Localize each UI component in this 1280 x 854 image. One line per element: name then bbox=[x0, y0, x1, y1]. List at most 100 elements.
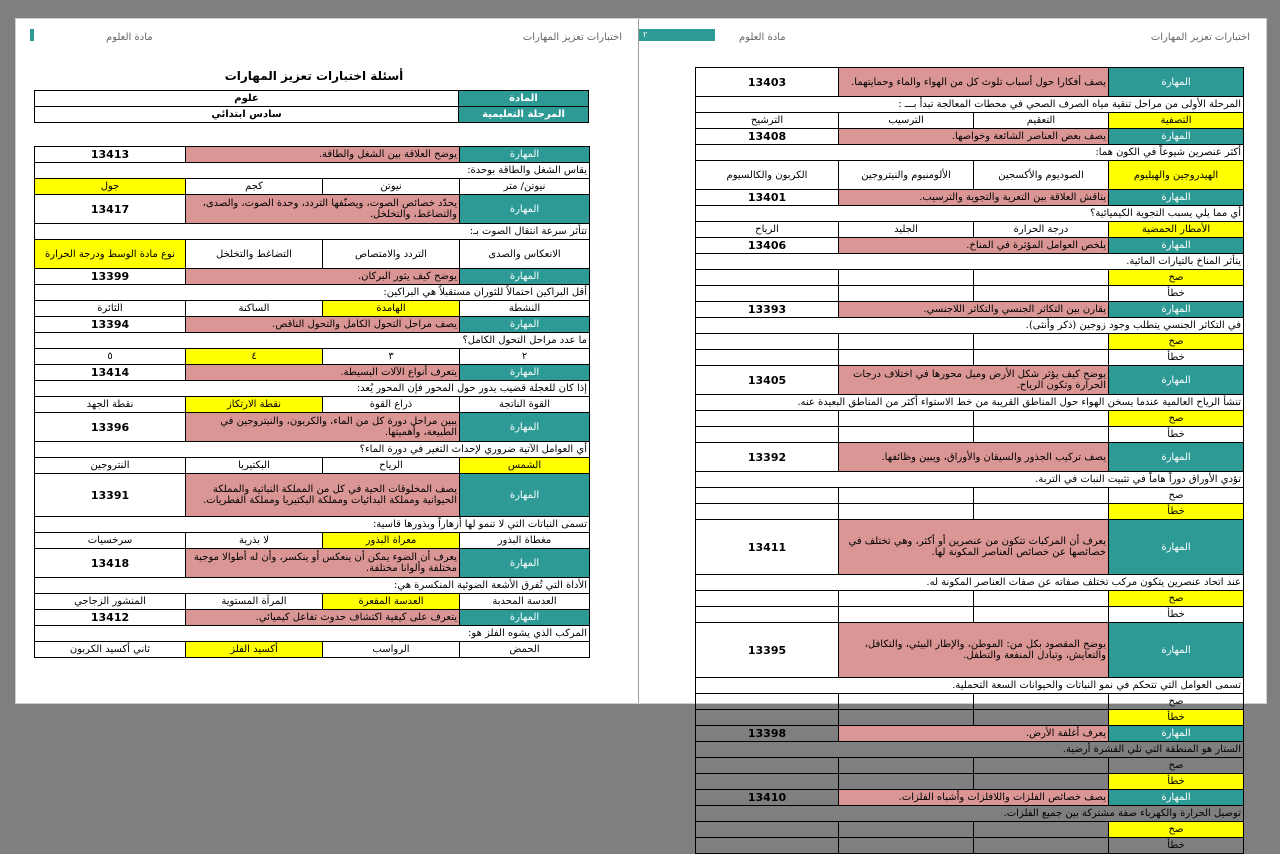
answer-option: كجم bbox=[185, 178, 323, 195]
skill-description: يصف بعض العناصر الشائعة وخواصها. bbox=[838, 128, 1109, 145]
skill-code: 13405 bbox=[695, 365, 839, 395]
options-row: الانعكاس والصدى التردد والامتصاص التضاغط و… bbox=[34, 239, 590, 269]
skill-row: المهارة يناقش العلاقة بين التعرية والتجوي… bbox=[695, 189, 1244, 206]
skill-description: يوضح العلاقة بين الشغل والطاقة. bbox=[185, 146, 460, 163]
skill-code: 13414 bbox=[34, 364, 186, 381]
answer-option: صح bbox=[1108, 590, 1244, 607]
answer-blank bbox=[695, 709, 839, 726]
question-row: أقل البراكين احتمالاً للثوران مستقبلاً ه… bbox=[34, 284, 590, 301]
answer-option: الهيدروجين والهيليوم bbox=[1108, 160, 1244, 190]
skill-description: يوضح المقصود بكل من: الموطن، والإطار الب… bbox=[838, 622, 1109, 678]
answer-option: معراة البذور bbox=[322, 532, 460, 549]
answer-option: صح bbox=[1108, 693, 1244, 710]
question-row: تتأثر سرعة انتقال الصوت بـ: bbox=[34, 223, 590, 240]
question-row: أي مما يلي يسبب التجوية الكيميائية؟ bbox=[695, 205, 1244, 222]
answer-blank bbox=[695, 590, 839, 607]
skill-row: المهارة يصف أفكارا حول أسباب تلوث كل من ا… bbox=[695, 67, 1244, 97]
answer-option: خطأ bbox=[1108, 426, 1244, 443]
answer-option: الصوديوم والأكسجين bbox=[973, 160, 1109, 190]
skill-row: المهارة يقارن بين التكاثر الجنسي والتكاثر… bbox=[695, 301, 1244, 318]
answer-blank bbox=[838, 773, 974, 790]
question-text: أي العوامل الآتية ضروري لإحداث التغير في… bbox=[34, 441, 590, 458]
options-row: خطأ bbox=[695, 773, 1244, 790]
skill-label: المهارة bbox=[1108, 519, 1244, 575]
skill-row: المهارة يصف مراحل التحول الكامل والتحول ا… bbox=[34, 316, 590, 333]
answer-option: العدسة المحدبة bbox=[459, 593, 590, 610]
options-row: الحمض الرواسب أكسيد الفلز ثاني أكسيد الكربو… bbox=[34, 641, 590, 658]
skill-label: المهارة bbox=[1108, 301, 1244, 318]
answer-blank bbox=[973, 837, 1109, 854]
options-row: النشطة الهامدة الساكنة الثائرة bbox=[34, 300, 590, 317]
answer-blank bbox=[838, 709, 974, 726]
answer-blank bbox=[973, 821, 1109, 838]
answer-option: الترسيب bbox=[838, 112, 974, 129]
answer-blank bbox=[973, 757, 1109, 774]
document-frame: اختبارات تعزيز المهارات مادة العلوم أسئل… bbox=[15, 18, 1267, 854]
options-row: الأمطار الحمضية درجة الحرارة الجليد الرياح bbox=[695, 221, 1244, 238]
answer-option: مغطاة البذور bbox=[459, 532, 590, 549]
answer-option: نوع مادة الوسط ودرجة الحرارة bbox=[34, 239, 186, 269]
skill-code: 13392 bbox=[695, 442, 839, 472]
answer-option: النشطة bbox=[459, 300, 590, 317]
answer-option: الأمطار الحمضية bbox=[1108, 221, 1244, 238]
answer-option: الانعكاس والصدى bbox=[459, 239, 590, 269]
answer-blank bbox=[695, 773, 839, 790]
skill-label: المهارة bbox=[459, 473, 590, 517]
answer-blank bbox=[838, 426, 974, 443]
skill-description: يصف مراحل التحول الكامل والتحول الناقص. bbox=[185, 316, 460, 333]
answer-blank bbox=[838, 821, 974, 838]
skill-label: المهارة bbox=[1108, 128, 1244, 145]
answer-blank bbox=[973, 606, 1109, 623]
options-row: خطأ bbox=[695, 349, 1244, 366]
answer-blank bbox=[973, 590, 1109, 607]
answer-option: صح bbox=[1108, 333, 1244, 350]
answer-option: خطأ bbox=[1108, 773, 1244, 790]
answer-option: التضاغط والتخلخل bbox=[185, 239, 323, 269]
answer-option: صح bbox=[1108, 410, 1244, 427]
answer-blank bbox=[838, 410, 974, 427]
skill-code: 13395 bbox=[695, 622, 839, 678]
skill-row: المهارة يعرف أن الضوء يمكن أن ينعكس أو ين… bbox=[34, 548, 590, 578]
options-row: مغطاة البذور معراة البذور لا بذرية سرخسيات bbox=[34, 532, 590, 549]
answer-blank bbox=[838, 487, 974, 504]
meta-row: المادة علوم bbox=[34, 90, 589, 107]
question-text: أقل البراكين احتمالاً للثوران مستقبلاً ه… bbox=[34, 284, 590, 301]
skill-code: 13396 bbox=[34, 412, 186, 442]
skill-row: المهارة يتعرف أنواع الآلات البسيطة. 13414 bbox=[34, 364, 590, 381]
answer-blank bbox=[973, 709, 1109, 726]
answer-option: المنشور الزجاجي bbox=[34, 593, 186, 610]
skill-row: المهارة يلخص العوامل المؤثرة في المناخ. 13… bbox=[695, 237, 1244, 254]
skill-code: 13403 bbox=[695, 67, 839, 97]
skill-row: المهارة يعرف أغلفة الأرض. 13398 bbox=[695, 725, 1244, 742]
question-text: الستار هو المنطقة التي تلي القشرة أرضية. bbox=[695, 741, 1244, 758]
skill-label: المهارة bbox=[1108, 237, 1244, 254]
meta-table: المادة علوم المرحلة التعليمية سادس ابتدائي bbox=[34, 90, 589, 123]
answer-blank bbox=[838, 590, 974, 607]
skill-label: المهارة bbox=[459, 146, 590, 163]
question-row: عند اتحاد عنصرين يتكون مركب تختلف صفاته … bbox=[695, 574, 1244, 591]
answer-blank bbox=[695, 821, 839, 838]
options-row: العدسة المحدبة العدسة المقعرة المرآة المست… bbox=[34, 593, 590, 610]
options-row: صح bbox=[695, 693, 1244, 710]
options-row: صح bbox=[695, 487, 1244, 504]
answer-option: خطأ bbox=[1108, 503, 1244, 520]
answer-option: أكسيد الفلز bbox=[185, 641, 323, 658]
answer-option: الحمض bbox=[459, 641, 590, 658]
question-row: المركب الذي يشوه الفلز هو: bbox=[34, 625, 590, 642]
skill-label: المهارة bbox=[459, 548, 590, 578]
question-text: ما عدد مراحل التحول الكامل؟ bbox=[34, 332, 590, 349]
options-row: القوة الناتجة ذراع القوة نقطة الارتكاز نقطة… bbox=[34, 396, 590, 413]
question-row: تسمى النباتات التي لا تنمو لها أزهاراً و… bbox=[34, 516, 590, 533]
answer-option: نقطة الارتكاز bbox=[185, 396, 323, 413]
answer-blank bbox=[973, 693, 1109, 710]
answer-option: التردد والامتصاص bbox=[322, 239, 460, 269]
options-row: خطأ bbox=[695, 426, 1244, 443]
skill-description: يعرف أن الضوء يمكن أن ينعكس أو ينكسر، وأ… bbox=[185, 548, 460, 578]
answer-blank bbox=[695, 333, 839, 350]
skill-label: المهارة bbox=[459, 194, 590, 224]
answer-option: سرخسيات bbox=[34, 532, 186, 549]
skill-row: المهارة يوضح كيف يثور البركان. 13399 bbox=[34, 268, 590, 285]
question-row: تؤدي الأوراق دوراً هاماً في تثبيت النبات… bbox=[695, 471, 1244, 488]
answer-option: الكربون والكالسيوم bbox=[695, 160, 839, 190]
header-subject-right: مادة العلوم bbox=[739, 32, 786, 43]
